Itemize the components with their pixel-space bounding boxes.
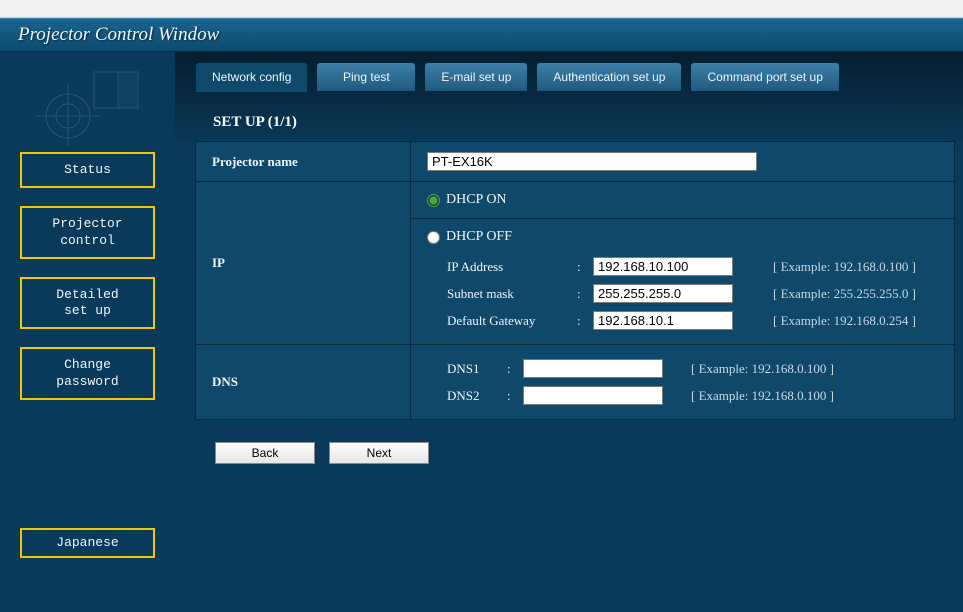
projector-name-label: Projector name [196, 142, 411, 182]
window-title: Projector Control Window [18, 24, 219, 46]
ip-label: IP [196, 182, 411, 345]
ip-address-input[interactable] [593, 257, 733, 276]
back-button[interactable]: Back [215, 442, 315, 464]
dns-label: DNS [196, 345, 411, 420]
dhcp-off-radio[interactable] [427, 231, 440, 244]
subnet-label: Subnet mask [447, 286, 567, 302]
tab-command-port-setup[interactable]: Command port set up [690, 62, 839, 92]
dns2-example: [ Example: 192.168.0.100 ] [673, 388, 834, 404]
dns1-input[interactable] [523, 359, 663, 378]
dhcp-on-label: DHCP ON [446, 192, 507, 208]
sidebar-item-status[interactable]: Status [20, 152, 155, 188]
dhcp-off-label: DHCP OFF [446, 229, 512, 245]
crosshair-icon [0, 62, 175, 152]
sidebar-item-detailed-setup[interactable]: Detailed set up [20, 277, 155, 330]
sidebar: Status Projector control Detailed set up… [0, 52, 175, 606]
tab-authentication-setup[interactable]: Authentication set up [536, 62, 682, 92]
page-heading: SET UP (1/1) [185, 92, 963, 141]
content-area: Network config Ping test E-mail set up A… [175, 52, 963, 606]
dns1-example: [ Example: 192.168.0.100 ] [673, 361, 834, 377]
sidebar-item-change-password[interactable]: Change password [20, 347, 155, 400]
dns2-input[interactable] [523, 386, 663, 405]
dns2-label: DNS2 [447, 388, 497, 404]
tabs: Network config Ping test E-mail set up A… [185, 62, 963, 92]
tab-ping-test[interactable]: Ping test [316, 62, 416, 92]
projector-name-input[interactable] [427, 152, 757, 171]
sidebar-item-language[interactable]: Japanese [20, 528, 155, 558]
sidebar-item-projector-control[interactable]: Projector control [20, 206, 155, 259]
dns1-label: DNS1 [447, 361, 497, 377]
next-button[interactable]: Next [329, 442, 429, 464]
gateway-example: [ Example: 192.168.0.254 ] [743, 313, 916, 329]
title-band: Projector Control Window [0, 18, 963, 52]
gateway-label: Default Gateway [447, 313, 567, 329]
tab-email-setup[interactable]: E-mail set up [424, 62, 528, 92]
ip-address-label: IP Address [447, 259, 567, 275]
subnet-example: [ Example: 255.255.255.0 ] [743, 286, 916, 302]
tab-network-config[interactable]: Network config [195, 62, 308, 92]
gateway-input[interactable] [593, 311, 733, 330]
subnet-input[interactable] [593, 284, 733, 303]
ip-address-example: [ Example: 192.168.0.100 ] [743, 259, 916, 275]
settings-table: Projector name IP DHCP ON [195, 141, 955, 420]
dhcp-on-radio[interactable] [427, 194, 440, 207]
browser-topbar [0, 0, 963, 18]
